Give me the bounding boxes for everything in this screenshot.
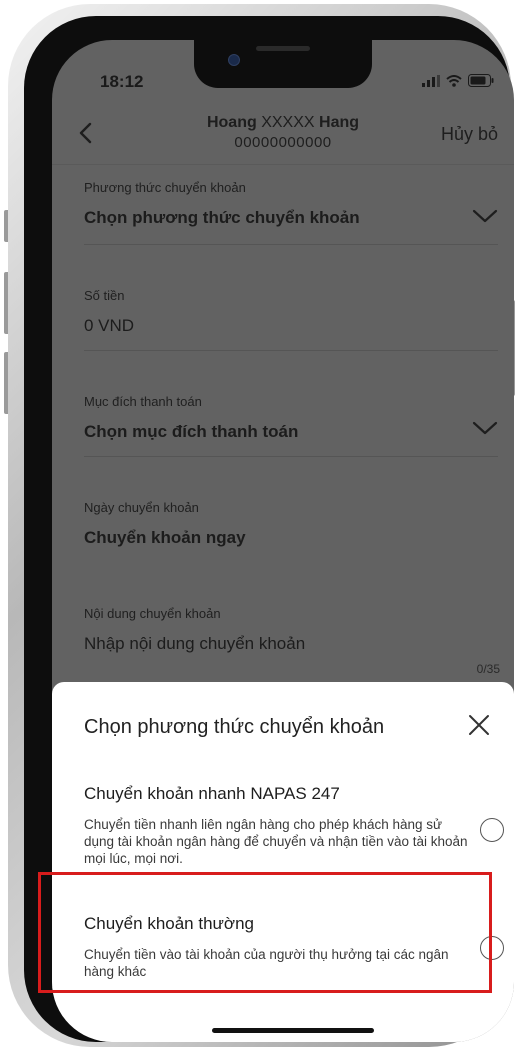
status-icons — [422, 74, 494, 87]
purpose-select[interactable]: Chọn mục đích thanh toán — [84, 422, 298, 442]
wifi-icon — [446, 74, 462, 87]
purpose-label: Mục đích thanh toán — [84, 394, 202, 409]
content-label: Nội dung chuyển khoản — [84, 606, 221, 621]
notch — [194, 40, 372, 88]
cancel-button[interactable]: Hủy bỏ — [441, 124, 498, 145]
recipient-last-name: Hang — [319, 114, 360, 131]
speaker — [256, 46, 310, 51]
chevron-down-icon[interactable] — [472, 208, 498, 224]
method-select[interactable]: Chọn phương thức chuyển khoản — [84, 208, 360, 228]
header-divider — [52, 164, 514, 165]
method-label: Phương thức chuyển khoản — [84, 180, 246, 195]
option-title: Chuyển khoản nhanh NAPAS 247 — [84, 784, 340, 803]
content-input[interactable]: Nhập nội dung chuyển khoản — [84, 634, 305, 654]
signal-icon — [422, 74, 440, 87]
date-label: Ngày chuyển khoản — [84, 500, 199, 515]
status-time: 18:12 — [100, 72, 144, 91]
front-camera — [228, 54, 240, 66]
home-indicator — [212, 1028, 374, 1033]
recipient-masked-name: XXXXX — [261, 114, 315, 131]
method-divider — [84, 244, 498, 245]
chevron-down-icon[interactable] — [472, 420, 498, 436]
option-radio[interactable] — [480, 818, 504, 842]
close-icon[interactable] — [464, 710, 494, 740]
amount-divider — [84, 350, 498, 351]
amount-label: Số tiền — [84, 288, 125, 303]
amount-input[interactable]: 0 VND — [84, 316, 134, 336]
date-value[interactable]: Chuyển khoản ngay — [84, 528, 246, 548]
sheet-title: Chọn phương thức chuyển khoản — [84, 716, 385, 738]
recipient-first-name: Hoang — [206, 114, 257, 131]
purpose-divider — [84, 456, 498, 457]
content-char-counter: 0/35 — [476, 662, 500, 676]
battery-icon — [468, 74, 494, 87]
highlight-box — [38, 872, 492, 993]
option-description: Chuyển tiền nhanh liên ngân hàng cho phé… — [84, 817, 468, 866]
